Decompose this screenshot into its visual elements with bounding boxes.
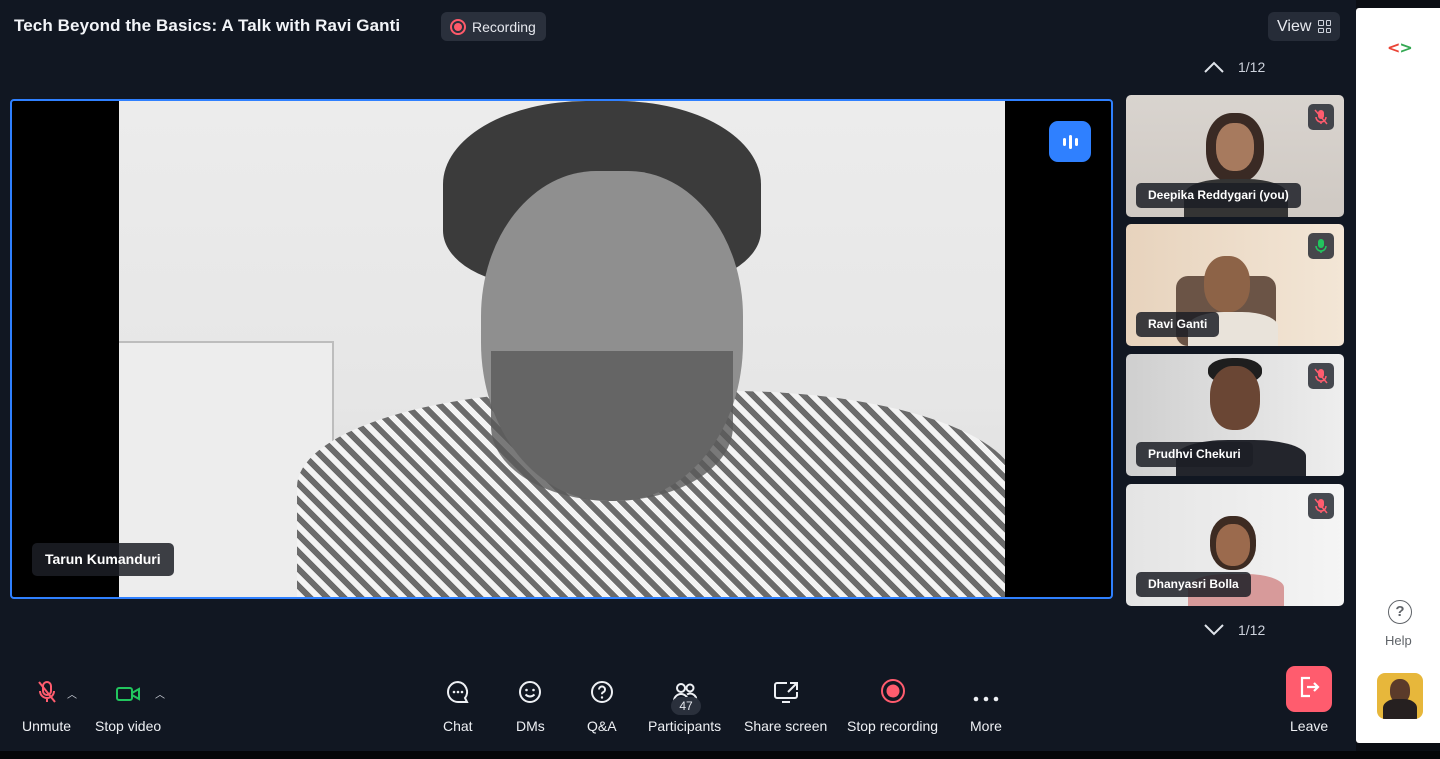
recording-badge: Recording	[441, 12, 546, 41]
chevron-up-icon[interactable]: ︿	[67, 686, 77, 701]
leave-door-icon	[1297, 675, 1321, 704]
chevron-up-icon[interactable]: ︿	[155, 686, 165, 701]
pager-bottom: 1/12	[1202, 620, 1265, 640]
mic-muted-icon	[37, 676, 57, 704]
view-button[interactable]: View	[1268, 12, 1341, 41]
chevron-up-icon[interactable]	[1202, 57, 1226, 77]
participant-tile[interactable]: Ravi Ganti	[1126, 224, 1344, 346]
speaker-beard	[491, 351, 733, 501]
stop-recording-label: Stop recording	[847, 718, 939, 734]
participant-name: Ravi Ganti	[1136, 312, 1220, 337]
share-screen-icon	[773, 676, 799, 704]
participant-tile[interactable]: Prudhvi Chekuri	[1126, 354, 1344, 476]
dms-button[interactable]: DMs	[516, 676, 545, 734]
meeting-window: Tech Beyond the Basics: A Talk with Ravi…	[0, 0, 1356, 751]
participant-name: Prudhvi Chekuri	[1136, 442, 1253, 467]
avatar[interactable]	[1377, 673, 1423, 719]
meeting-title: Tech Beyond the Basics: A Talk with Ravi…	[14, 16, 401, 35]
mic-active-icon	[1308, 233, 1334, 259]
mic-muted-icon	[1308, 493, 1334, 519]
mic-muted-icon	[1308, 363, 1334, 389]
main-speaker-name: Tarun Kumanduri	[32, 543, 174, 576]
chat-bubble-icon	[446, 676, 470, 704]
view-label: View	[1277, 17, 1312, 35]
recording-label: Recording	[472, 18, 536, 35]
participant-tile[interactable]: Deepika Reddygari (you)	[1126, 95, 1344, 217]
pager-top: 1/12	[1202, 57, 1265, 77]
chat-label: Chat	[443, 718, 473, 734]
main-video-tile[interactable]: Tarun Kumanduri	[10, 99, 1113, 599]
participant-tile[interactable]: Dhanyasri Bolla	[1126, 484, 1344, 606]
avatar-body	[1383, 699, 1417, 719]
record-icon	[880, 676, 906, 704]
stop-video-button[interactable]: Stop video	[95, 676, 161, 734]
chat-button[interactable]: Chat	[443, 676, 473, 734]
participant-face	[1210, 366, 1260, 430]
video-camera-icon	[115, 676, 141, 704]
smiley-icon	[518, 676, 542, 704]
participant-name: Deepika Reddygari (you)	[1136, 183, 1301, 208]
more-dots-icon	[973, 676, 999, 704]
grid-icon	[1318, 20, 1332, 33]
participant-count-badge: 47	[671, 697, 701, 715]
leave-button[interactable]	[1286, 666, 1332, 712]
question-bubble-icon	[590, 676, 614, 704]
participant-face	[1216, 123, 1254, 171]
mic-muted-icon	[1308, 104, 1334, 130]
pager-bottom-label: 1/12	[1238, 622, 1266, 638]
participants-label: Participants	[648, 718, 722, 734]
share-screen-label: Share screen	[744, 718, 828, 734]
stop-recording-button[interactable]: Stop recording	[847, 676, 938, 734]
share-screen-button[interactable]: Share screen	[744, 676, 827, 734]
audio-wave-icon[interactable]	[1049, 121, 1091, 162]
more-label: More	[970, 718, 1002, 734]
help-label[interactable]: Help	[1385, 633, 1412, 648]
unmute-label: Unmute	[22, 718, 72, 734]
help-icon[interactable]: ?	[1388, 600, 1412, 624]
bottom-strip	[0, 751, 1440, 759]
dms-label: DMs	[516, 718, 545, 734]
participant-face	[1216, 524, 1250, 566]
chevron-down-icon[interactable]	[1202, 620, 1226, 640]
qa-label: Q&A	[587, 718, 617, 734]
pager-top-label: 1/12	[1238, 59, 1266, 75]
qa-button[interactable]: Q&A	[587, 676, 617, 734]
speaker-video-feed	[119, 101, 1005, 597]
unmute-button[interactable]: Unmute	[22, 676, 71, 734]
more-button[interactable]: More	[970, 676, 1002, 734]
participant-name: Dhanyasri Bolla	[1136, 572, 1251, 597]
app-logo-icon: <>	[1387, 38, 1413, 57]
record-icon	[450, 18, 466, 35]
leave-label: Leave	[1290, 718, 1329, 734]
stop-video-label: Stop video	[95, 718, 162, 734]
participant-face	[1204, 256, 1250, 312]
